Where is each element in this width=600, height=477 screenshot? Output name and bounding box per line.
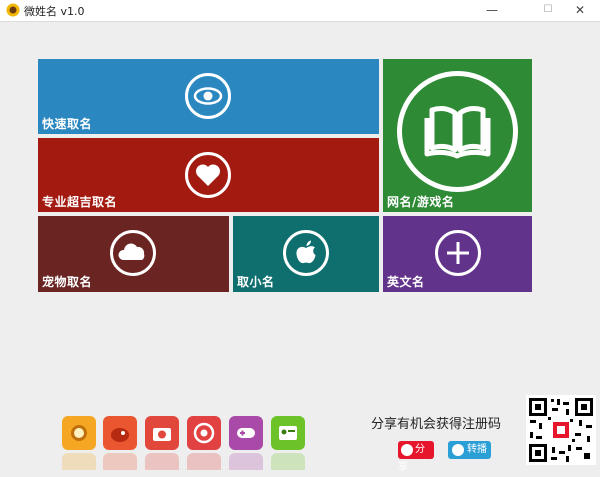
bird-app-icon[interactable] [103,416,137,450]
qr-code [526,395,596,465]
title-bar: 微姓名 v1.0 — ☐ ✕ [0,0,600,22]
tile-label: 网名/游戏名 [387,195,455,209]
minimize-button[interactable]: — [477,0,507,21]
weibo-share-button[interactable]: 分享 [398,441,434,473]
tile-label: 英文名 [387,275,425,289]
sun-app-icon[interactable] [62,416,96,450]
pet-naming-tile[interactable]: 宠物取名 [38,216,229,292]
icon-reflection [62,453,96,470]
icon-reflection [145,453,179,470]
cloud-icon [110,230,156,276]
wechat-icon [452,444,464,456]
share-promo-text: 分享有机会获得注册码 [371,417,502,432]
heart-icon [185,152,231,198]
icon-reflection [187,453,221,470]
tile-label: 专业超吉取名 [42,195,118,209]
tile-label: 快速取名 [42,117,93,131]
english-name-tile[interactable]: 英文名 [383,216,532,292]
repost-button-label: 转播 [467,444,487,455]
tile-label: 宠物取名 [42,275,93,289]
camera-app-icon[interactable] [145,416,179,450]
tile-label: 取小名 [237,275,275,289]
chrome-app-icon[interactable] [187,416,221,450]
icon-reflection [103,453,137,470]
game-name-tile[interactable]: 网名/游戏名 [383,59,532,212]
nickname-tile[interactable]: 取小名 [233,216,379,292]
maximize-button[interactable]: ☐ [533,0,563,21]
plus-icon [435,230,481,276]
icon-reflection [271,453,305,470]
gamepad-app-icon[interactable] [229,416,263,450]
icon-reflection [229,453,263,470]
quick-naming-tile[interactable]: 快速取名 [38,59,379,134]
contact-card-app-icon[interactable] [271,416,305,450]
apple-icon [283,230,329,276]
pro-naming-tile[interactable]: 专业超吉取名 [38,138,379,212]
close-button[interactable]: ✕ [565,0,595,21]
eye-icon [185,73,231,119]
repost-button[interactable]: 转播 [448,441,491,459]
sunflower-app-icon [6,3,20,17]
book-icon [397,71,518,192]
window-title: 微姓名 v1.0 [24,5,85,18]
weibo-icon [401,444,413,456]
